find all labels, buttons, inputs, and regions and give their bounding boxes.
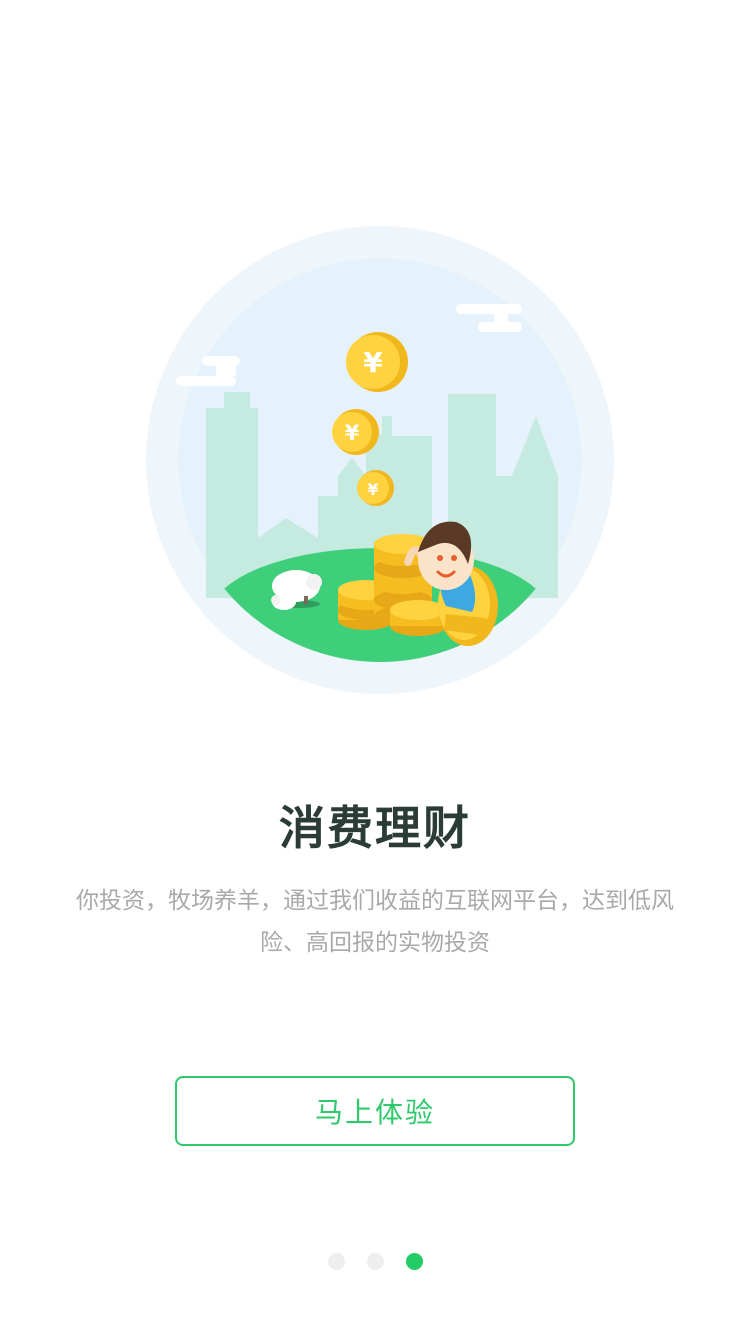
finance-illustration-icon: ¥ ¥ ¥: [146, 226, 614, 694]
svg-text:¥: ¥: [345, 421, 360, 445]
description-line: 险、高回报的实物投资: [260, 930, 490, 956]
sheep-icon: [271, 570, 322, 610]
try-now-button[interactable]: 马上体验: [175, 1076, 575, 1146]
page-title: 消费理财: [279, 801, 471, 855]
page-indicator-dot[interactable]: [366, 1252, 384, 1270]
description-line: 你投资，牧场养羊，通过我们收益的互联网平台，达到低风: [76, 888, 674, 914]
page-description: 你投资，牧场养羊，通过我们收益的互联网平台，达到低风 险、高回报的实物投资: [58, 880, 692, 964]
svg-text:¥: ¥: [363, 346, 383, 379]
page-indicator-dot[interactable]: [327, 1252, 345, 1270]
page-indicator: [0, 1252, 750, 1270]
page-indicator-dot[interactable]: [405, 1252, 423, 1270]
coin-stack-icon: [390, 600, 446, 636]
svg-text:¥: ¥: [367, 480, 378, 499]
finance-illustration: ¥ ¥ ¥: [146, 226, 614, 694]
